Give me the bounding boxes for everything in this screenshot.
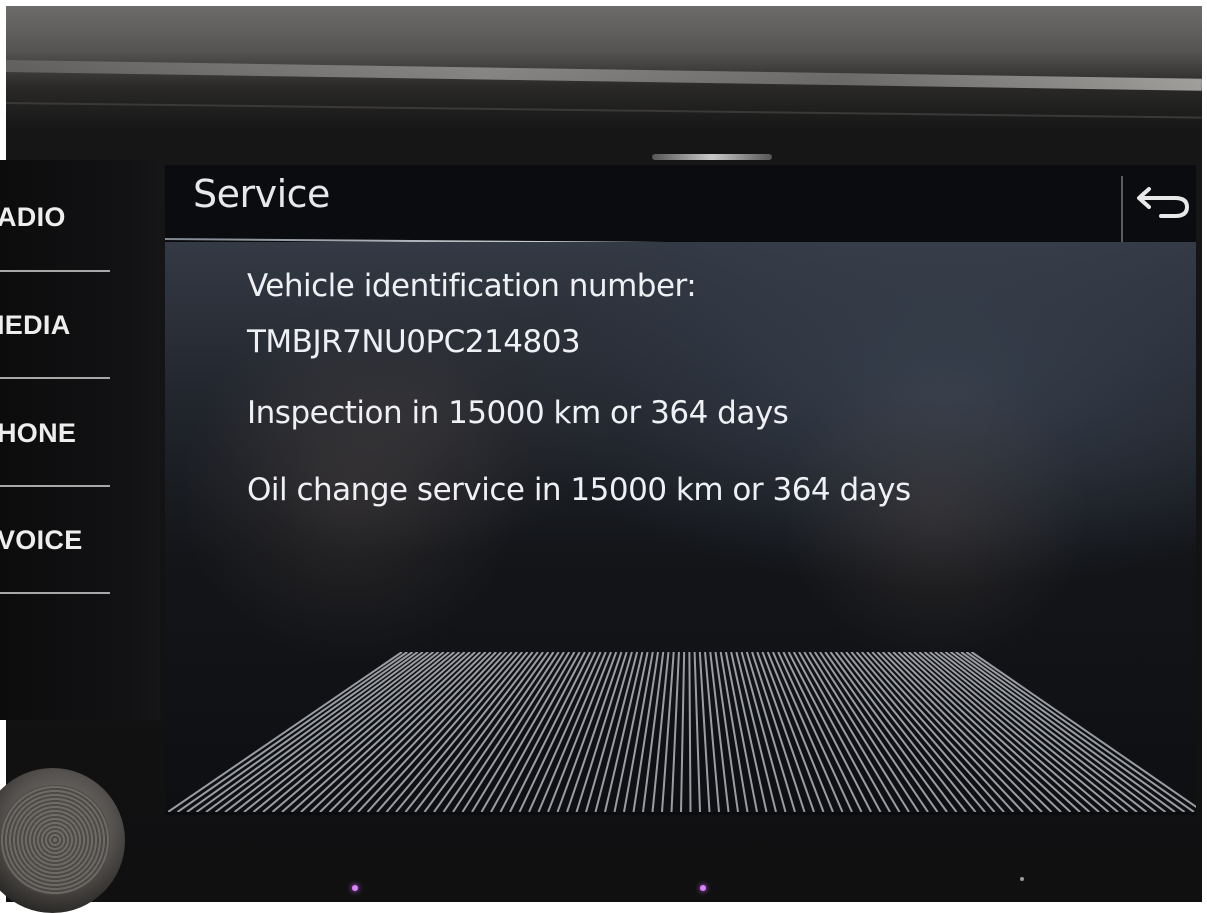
side-menu-divider [0, 592, 110, 594]
knob-texture [0, 785, 110, 895]
decorative-stripes [168, 652, 1196, 812]
side-menu-item-media[interactable]: IEDIA [0, 305, 110, 345]
oil-change-status: Oil change service in 15000 km or 364 da… [247, 472, 911, 508]
pull-down-handle[interactable] [652, 154, 772, 160]
side-menu-divider [0, 377, 110, 379]
back-arrow-icon [1137, 187, 1190, 218]
dashboard-bezel [6, 60, 1202, 91]
ambient-light [352, 885, 358, 891]
vin-label: Vehicle identification number: [247, 268, 697, 304]
header-separator [1121, 176, 1123, 242]
reflection [785, 352, 1085, 672]
inspection-status: Inspection in 15000 km or 364 days [247, 395, 789, 431]
side-menu-item-phone[interactable]: HONE [0, 413, 110, 453]
indicator-dot [1020, 877, 1024, 881]
side-menu-divider [0, 270, 110, 272]
side-menu-item-voice[interactable]: VOICE [0, 520, 110, 560]
bezel-edge [6, 102, 1202, 119]
page-title: Service [193, 172, 330, 216]
vin-value: TMBJR7NU0PC214803 [247, 324, 581, 360]
ambient-light [700, 885, 706, 891]
side-menu-item-radio[interactable]: ADIO [0, 197, 110, 237]
side-menu-divider [0, 485, 110, 487]
back-button[interactable] [1130, 180, 1196, 236]
